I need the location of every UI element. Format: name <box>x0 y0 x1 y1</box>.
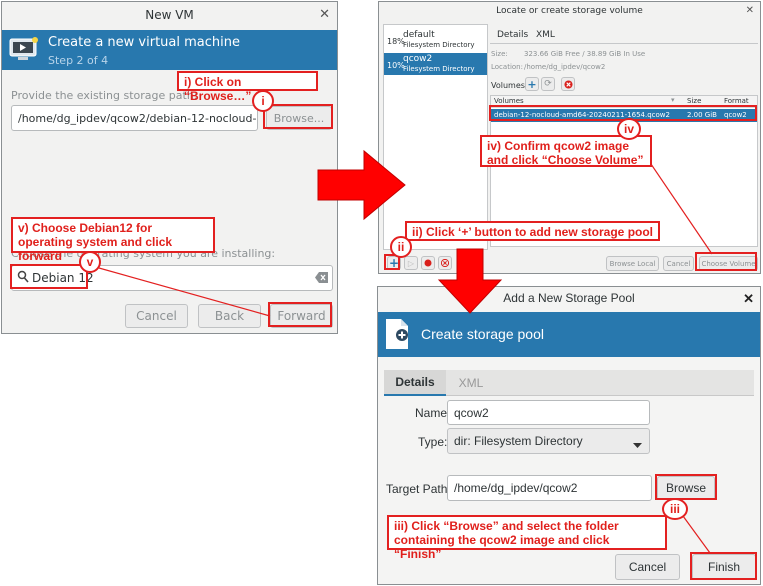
cancel-button-label: Cancel <box>136 309 177 323</box>
storage-volume-title: Locate or create storage volume <box>496 6 643 16</box>
column-format[interactable]: Format <box>724 97 749 105</box>
close-icon[interactable]: ✕ <box>319 7 330 22</box>
step-label: Step 2 of 4 <box>48 54 109 67</box>
close-icon[interactable]: ✕ <box>746 5 754 16</box>
browse-local-label: Browse Local <box>609 259 656 268</box>
callout-ii: ii) Click ‘+’ button to add new storage … <box>405 221 660 241</box>
new-document-icon <box>384 318 410 353</box>
pool-tab-bar: Details XML <box>384 370 754 396</box>
pool-name: default <box>403 30 435 40</box>
cancel-button[interactable]: Cancel <box>663 256 694 271</box>
back-button-label: Back <box>214 309 245 323</box>
delete-pool-icon[interactable] <box>438 256 452 270</box>
storage-path-input[interactable]: /home/dg_ipdev/qcow2/debian-12-nocloud-a… <box>11 105 258 131</box>
highlight-choose-volume <box>695 252 757 271</box>
close-icon[interactable]: ✕ <box>743 291 754 307</box>
marker-v: v <box>79 251 101 273</box>
storage-volume-titlebar: Locate or create storage volume <box>379 2 760 20</box>
tab-details[interactable]: Details <box>497 30 528 40</box>
storage-path-label: Provide the existing storage path: <box>11 89 198 102</box>
cancel-button-label: Cancel <box>666 259 691 268</box>
cancel-button[interactable]: Cancel <box>615 554 680 580</box>
tab-details[interactable]: Details <box>384 370 446 396</box>
sort-chevron-icon: ▾ <box>671 96 675 104</box>
tab-xml[interactable]: XML <box>446 370 496 396</box>
storage-pool-header-title: Create storage pool <box>421 326 544 342</box>
tab-details-label: Details <box>395 375 435 389</box>
cancel-button[interactable]: Cancel <box>125 304 188 328</box>
add-volume-button[interactable]: + <box>525 77 539 91</box>
callout-i: i) Click on “Browse…” <box>177 71 318 103</box>
highlight-finish <box>690 552 757 580</box>
storage-pool-titlebar: Add a New Storage Pool <box>378 287 760 310</box>
tab-xml-label: XML <box>458 376 484 390</box>
location-value: /home/dg_ipdev/qcow2 <box>524 63 606 71</box>
storage-path-value: /home/dg_ipdev/qcow2/debian-12-nocloud-a… <box>18 111 257 125</box>
target-path-value: /home/dg_ipdev/qcow2 <box>454 481 578 495</box>
pool-list: 18% default Filesystem Directory 10% qco… <box>383 24 488 250</box>
volumes-label: Volumes <box>491 81 525 90</box>
volume-tab-bar: Details XML <box>490 28 758 44</box>
new-vm-titlebar: New VM <box>2 2 337 28</box>
delete-icon[interactable] <box>561 77 575 91</box>
monitor-icon <box>9 37 39 61</box>
target-path-label: Target Path: <box>386 482 451 496</box>
column-volumes[interactable]: Volumes <box>494 97 524 105</box>
size-value: 323.66 GiB Free / 38.89 GiB In Use <box>524 50 646 58</box>
storage-pool-header: Create storage pool <box>378 312 760 357</box>
pool-name: qcow2 <box>403 54 433 64</box>
highlight-forward <box>268 302 332 327</box>
pool-item-qcow2[interactable]: 10% qcow2 Filesystem Directory <box>384 53 487 75</box>
marker-ii: ii <box>390 236 412 258</box>
marker-i: i <box>252 90 274 112</box>
tab-xml[interactable]: XML <box>536 30 555 40</box>
new-vm-header: Create a new virtual machine Step 2 of 4 <box>2 30 337 70</box>
marker-iii: iii <box>662 498 688 520</box>
callout-v: v) Choose Debian12 for operating system … <box>11 217 215 263</box>
highlight-browse <box>263 104 333 129</box>
highlight-pool-browse <box>655 474 717 500</box>
callout-iii: iii) Click “Browse” and select the folde… <box>387 515 667 561</box>
pool-type: Filesystem Directory <box>403 41 475 49</box>
header-title: Create a new virtual machine <box>48 35 240 50</box>
chevron-down-icon <box>633 438 642 452</box>
cancel-button-label: Cancel <box>628 560 667 574</box>
target-path-input[interactable]: /home/dg_ipdev/qcow2 <box>447 475 652 501</box>
location-label: Location: <box>491 63 523 71</box>
storage-pool-title: Add a New Storage Pool <box>503 291 635 305</box>
pool-item-default[interactable]: 18% default Filesystem Directory <box>384 29 487 51</box>
start-pool-icon[interactable]: ▷ <box>404 256 418 270</box>
highlight-os-search <box>10 264 88 289</box>
browse-local-button[interactable]: Browse Local <box>606 256 659 271</box>
pool-type-select[interactable]: dir: Filesystem Directory <box>447 428 650 454</box>
type-label: Type: <box>418 435 448 449</box>
size-label: Size: <box>491 50 508 58</box>
pool-type-value: dir: Filesystem Directory <box>454 434 583 448</box>
name-label: Name: <box>415 406 451 420</box>
refresh-icon[interactable]: ⟳ <box>541 77 555 91</box>
pool-name-value: qcow2 <box>454 405 489 420</box>
clear-icon[interactable] <box>315 272 328 286</box>
back-button[interactable]: Back <box>198 304 261 328</box>
stop-pool-icon[interactable] <box>421 256 435 270</box>
window-title: New VM <box>145 8 194 22</box>
pool-type: Filesystem Directory <box>403 65 475 73</box>
column-size[interactable]: Size <box>687 97 701 105</box>
pool-name-input[interactable]: qcow2 <box>447 400 650 425</box>
marker-iv: iv <box>617 118 641 140</box>
